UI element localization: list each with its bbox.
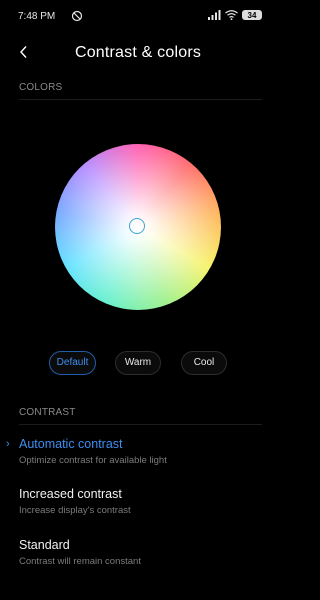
- preset-default-button[interactable]: Default: [49, 351, 96, 375]
- option-subtitle: Contrast will remain constant: [19, 556, 141, 567]
- signal-icon: [208, 10, 221, 20]
- divider: [19, 99, 262, 100]
- status-time: 7:48 PM: [18, 11, 56, 22]
- preset-cool-button[interactable]: Cool: [181, 351, 227, 375]
- option-subtitle: Optimize contrast for available light: [19, 455, 167, 466]
- color-wheel-cursor[interactable]: [129, 218, 145, 234]
- option-increased-contrast[interactable]: Increased contrast Increase display's co…: [0, 487, 276, 529]
- divider: [19, 424, 262, 425]
- colors-section-label: COLORS: [19, 82, 63, 93]
- option-automatic-contrast[interactable]: › Automatic contrast Optimize contrast f…: [0, 437, 276, 479]
- selected-indicator-icon: ›: [6, 438, 10, 450]
- header: Contrast & colors: [0, 36, 276, 70]
- option-title: Increased contrast: [19, 487, 122, 501]
- option-title: Automatic contrast: [19, 437, 123, 451]
- status-bar: 7:48 PM 34: [0, 0, 276, 34]
- preset-warm-button[interactable]: Warm: [115, 351, 161, 375]
- battery-icon: 34: [242, 10, 262, 20]
- wifi-icon: [225, 10, 238, 20]
- contrast-section-label: CONTRAST: [19, 407, 76, 418]
- status-icons: 34: [208, 10, 262, 20]
- page-title: Contrast & colors: [74, 44, 202, 61]
- do-not-disturb-icon: [71, 10, 83, 22]
- option-standard[interactable]: Standard Contrast will remain constant: [0, 538, 276, 580]
- option-subtitle: Increase display's contrast: [19, 505, 131, 516]
- option-title: Standard: [19, 538, 70, 552]
